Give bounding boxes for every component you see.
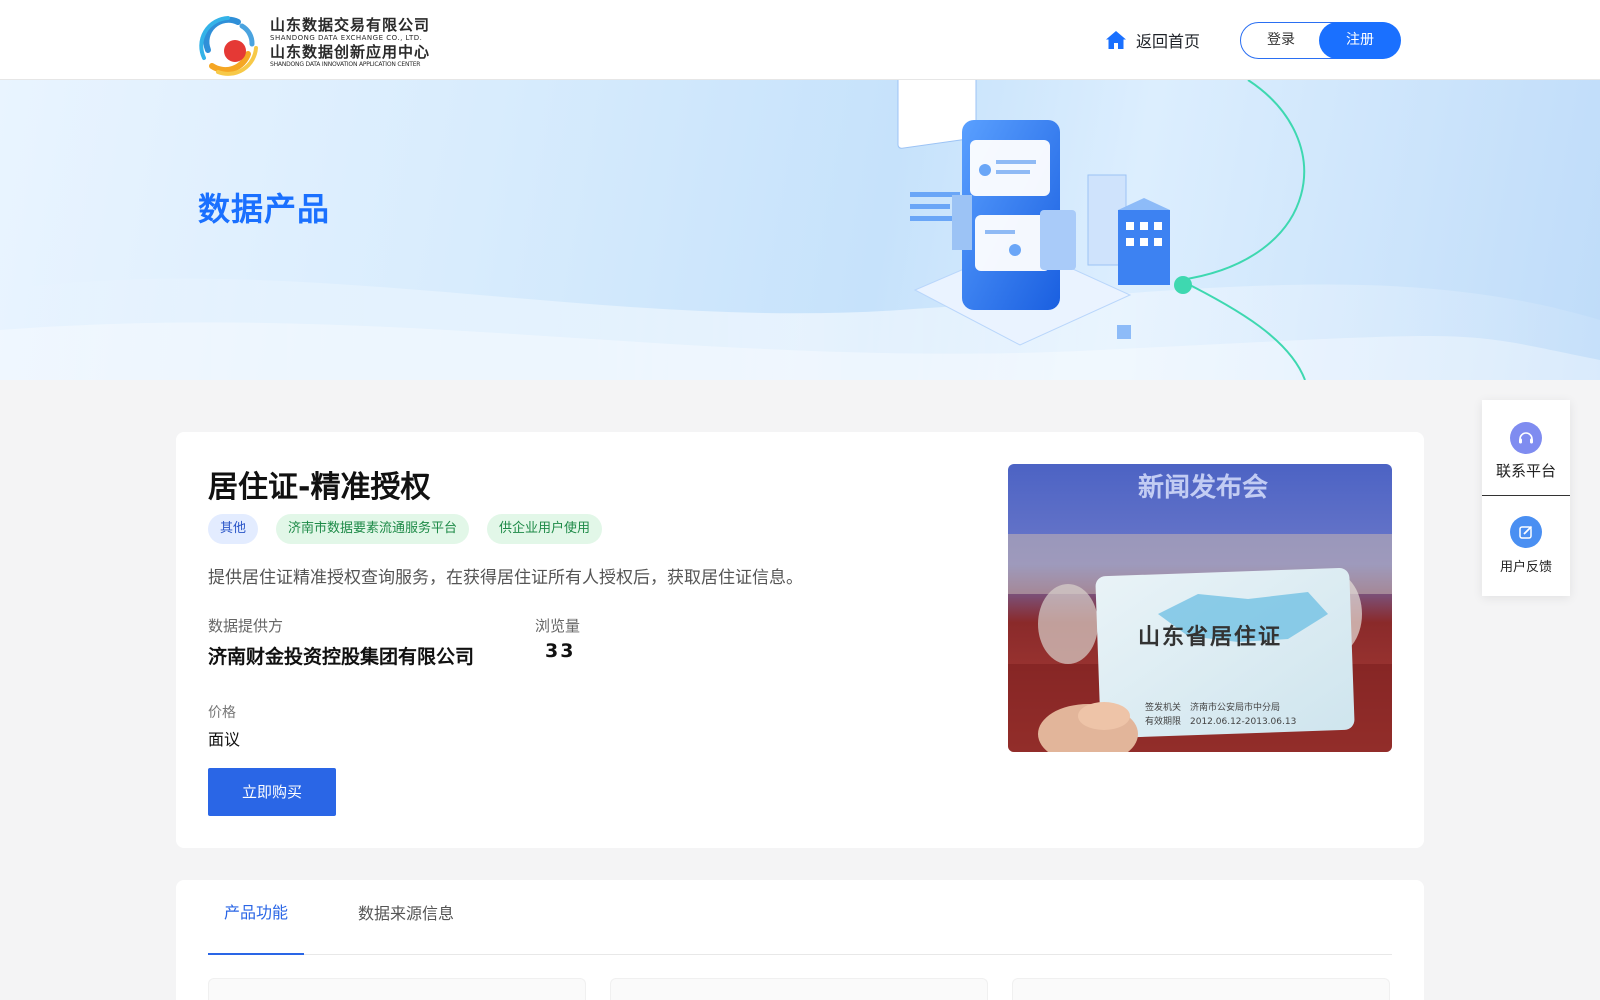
product-detail-card: 居住证-精准授权 其他 济南市数据要素流通服务平台 供企业用户使用 提供居住证精… [176,432,1424,848]
tab-bar: 产品功能 数据来源信息 [208,880,1392,955]
backdrop-text: 新闻发布会 [1138,472,1268,503]
home-link-label: 返回首页 [1136,32,1201,51]
logo-emblem-icon [199,16,258,76]
views-label: 浏览量 [535,617,581,635]
provider-label: 数据提供方 [208,617,284,635]
card-validity: 有效期限 2012.06.12-2013.06.13 [1145,715,1296,727]
product-image: 新闻发布会 山东省居住证 签发机关 济南市公安局市中分局 有效期限 2012.0… [1008,464,1392,752]
card-issuer: 签发机关 济南市公安局市中分局 [1145,701,1280,713]
logo-center-name: 山东数据创新应用中心 [270,43,431,61]
views-count: 33 [545,640,576,662]
contact-platform-label: 联系平台 [1495,462,1556,480]
login-button[interactable]: 登录 [1241,23,1321,58]
user-feedback-button[interactable]: 用户反馈 [1482,498,1570,594]
card-title: 山东省居住证 [1138,624,1282,650]
feature-card [610,978,988,1000]
product-tabs-card: 产品功能 数据来源信息 [176,880,1424,1000]
logo-company-name: 山东数据交易有限公司 [270,16,431,34]
logo-company-name-en: SHANDONG DATA EXCHANGE CO., LTD. [270,34,423,42]
user-feedback-label: 用户反馈 [1499,560,1552,575]
home-link[interactable]: 返回首页 [1104,26,1200,54]
tab-product-features[interactable]: 产品功能 [208,880,304,955]
tag-audience: 供企业用户使用 [487,514,603,544]
auth-group: 登录 注册 [1240,22,1401,59]
feature-card [208,978,586,1000]
register-button[interactable]: 注册 [1319,22,1401,59]
provider-value: 济南财金投资控股集团有限公司 [208,646,475,668]
company-logo[interactable]: 山东数据交易有限公司 SHANDONG DATA EXCHANGE CO., L… [198,14,460,76]
page-banner: 数据产品 [0,80,1600,380]
top-header: 山东数据交易有限公司 SHANDONG DATA EXCHANGE CO., L… [0,0,1600,80]
feature-card [1012,978,1390,1000]
buy-now-button[interactable]: 立即购买 [208,768,336,816]
floating-side-panel: 联系平台 用户反馈 [1482,400,1570,596]
tag-platform: 济南市数据要素流通服务平台 [276,514,470,544]
product-tags: 其他 济南市数据要素流通服务平台 供企业用户使用 [208,514,620,544]
tag-category: 其他 [208,514,259,544]
edit-icon [1510,516,1542,548]
price-label: 价格 [208,705,236,721]
headset-icon [1510,422,1542,454]
page-title: 数据产品 [198,190,331,228]
product-description: 提供居住证精准授权查询服务，在获得居住证所有人授权后，获取居住证信息。 [208,568,803,588]
product-title: 居住证-精准授权 [208,470,431,505]
price-value: 面议 [208,730,241,749]
logo-center-name-en: SHANDONG DATA INNOVATION APPLICATION CEN… [270,61,421,68]
tab-data-source-info[interactable]: 数据来源信息 [348,880,464,955]
home-icon [1106,31,1126,49]
logo-text: 山东数据交易有限公司 SHANDONG DATA EXCHANGE CO., L… [270,16,460,69]
contact-platform-button[interactable]: 联系平台 [1482,400,1570,496]
banner-illustration [0,80,1600,380]
